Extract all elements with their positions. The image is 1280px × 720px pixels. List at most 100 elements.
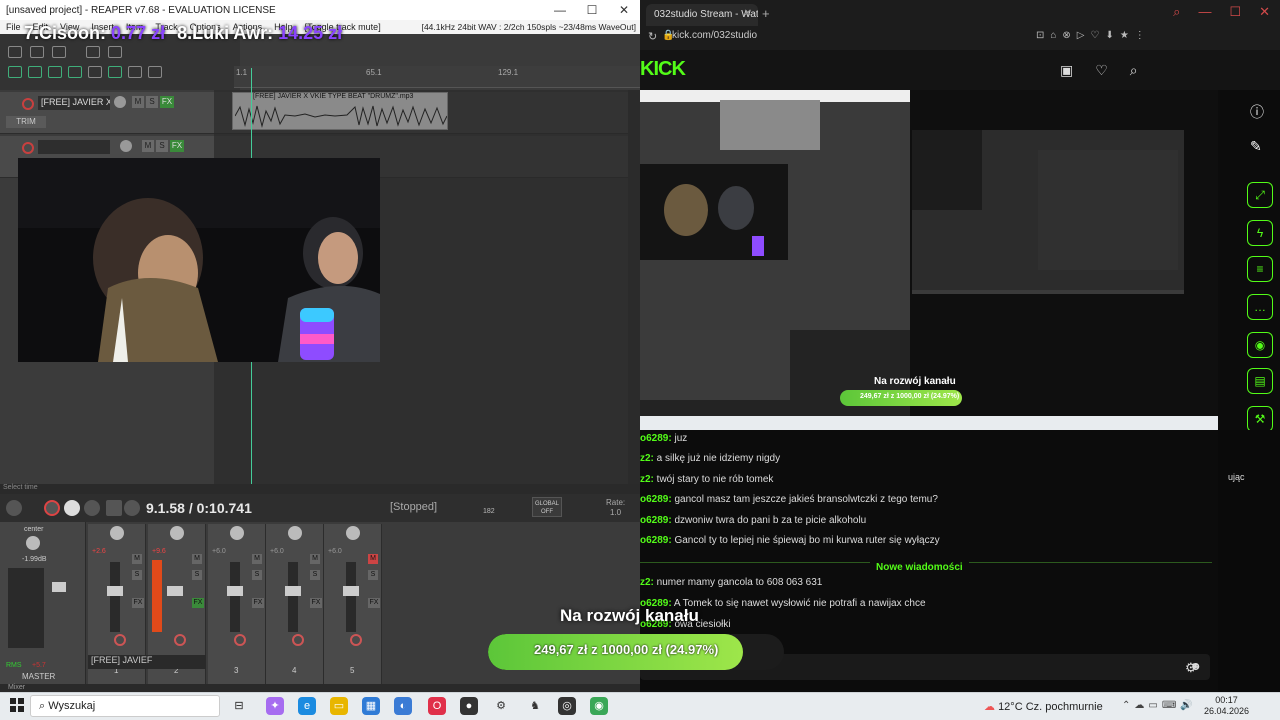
master-fader[interactable] xyxy=(52,582,66,592)
trim-button[interactable]: TRIM xyxy=(6,116,46,128)
mute-button[interactable]: M xyxy=(192,554,202,564)
tempo-display[interactable]: 182 xyxy=(483,508,495,515)
lightning-icon[interactable]: ϟ xyxy=(1247,220,1273,246)
timeline-ruler[interactable]: 1.1 65.1 129.1 xyxy=(234,66,640,88)
volume-knob[interactable] xyxy=(120,140,132,152)
redo-icon[interactable] xyxy=(108,46,122,58)
solo-button[interactable]: S xyxy=(310,570,320,580)
taskbar-search[interactable]: ⌕ Wyszukaj xyxy=(30,695,220,717)
fx-button[interactable]: FX xyxy=(368,598,380,608)
copilot-icon[interactable]: ✦ xyxy=(266,697,284,715)
chat-user[interactable]: z2: xyxy=(640,453,654,464)
chat-user[interactable]: o6289: xyxy=(640,433,672,444)
solo-button[interactable]: S xyxy=(146,96,158,108)
pan-knob[interactable] xyxy=(288,526,302,540)
solo-button[interactable]: S xyxy=(132,570,142,580)
chat-icon[interactable]: … xyxy=(1247,294,1273,320)
record-arm-button[interactable] xyxy=(174,634,186,646)
solo-button[interactable]: S xyxy=(192,570,202,580)
reload-icon[interactable]: ↻ xyxy=(648,30,657,43)
playrate-display[interactable]: Rate: 1.0 xyxy=(606,498,625,518)
record-arm-button[interactable] xyxy=(114,634,126,646)
track-name[interactable] xyxy=(38,140,110,154)
lock-icon[interactable] xyxy=(128,66,142,78)
volume-fader[interactable] xyxy=(167,586,183,596)
reaper-icon[interactable]: ◎ xyxy=(558,697,576,715)
record-button[interactable] xyxy=(44,500,60,516)
mute-button[interactable]: M xyxy=(132,554,142,564)
horizontal-scrollbar[interactable]: Select time xyxy=(0,484,640,494)
record-arm-button[interactable] xyxy=(350,634,362,646)
new-tab-icon[interactable]: + xyxy=(762,6,770,21)
ripple-icon[interactable] xyxy=(48,66,62,78)
taskbar-clock[interactable]: 00:17 26.04.2026 xyxy=(1204,695,1249,717)
fx-button[interactable]: FX xyxy=(252,598,264,608)
fx-button[interactable]: FX xyxy=(132,598,144,608)
grid-icon[interactable] xyxy=(8,66,22,78)
mute-button[interactable]: M xyxy=(368,554,378,564)
fullscreen-icon[interactable]: ⤢ xyxy=(1247,182,1273,208)
wrench-icon[interactable]: ⚒ xyxy=(1247,406,1273,432)
open-project-icon[interactable] xyxy=(30,46,44,58)
media-item[interactable]: [FREE] JAVIER X VKIE TYPE BEAT "DRUMZ".m… xyxy=(232,92,448,130)
app-icon[interactable]: ◐ xyxy=(394,697,412,715)
mute-button[interactable]: M xyxy=(310,554,320,564)
browser-tab[interactable]: 032studio Stream - Watch ✕ xyxy=(646,4,758,26)
record-arm-button[interactable] xyxy=(22,142,34,154)
maximize-button[interactable]: ☐ xyxy=(1229,4,1241,20)
record-arm-button[interactable] xyxy=(22,98,34,110)
pan-knob[interactable] xyxy=(230,526,244,540)
broadcast-icon[interactable]: ◉ xyxy=(1247,332,1273,358)
pan-knob[interactable] xyxy=(110,526,124,540)
search-tabs-icon[interactable]: ⌕ xyxy=(1173,4,1180,20)
global-automation-button[interactable]: GLOBAL OFF xyxy=(532,497,562,517)
play-button[interactable] xyxy=(64,500,80,516)
minimize-button[interactable]: — xyxy=(544,3,576,17)
chat-user[interactable]: o6289: xyxy=(640,515,672,526)
repeat-icon[interactable] xyxy=(84,500,100,516)
track-name[interactable]: [FREE] JAVIER X V xyxy=(38,96,110,110)
mute-button[interactable]: M xyxy=(252,554,262,564)
file-explorer-icon[interactable]: ▭ xyxy=(330,697,348,715)
save-project-icon[interactable] xyxy=(52,46,66,58)
edge-icon[interactable]: e xyxy=(298,697,316,715)
volume-fader[interactable] xyxy=(343,586,359,596)
undo-icon[interactable] xyxy=(86,46,100,58)
fx-button[interactable]: FX xyxy=(192,598,204,608)
edit-icon[interactable]: ✎ xyxy=(1250,138,1262,155)
pan-knob[interactable] xyxy=(26,536,40,550)
pan-knob[interactable] xyxy=(170,526,184,540)
layout-icon[interactable]: ▤ xyxy=(1247,368,1273,394)
mixer-tab[interactable]: Mixer xyxy=(0,684,640,692)
track-1[interactable]: [FREE] JAVIER X V M S FX TRIM xyxy=(0,92,214,134)
stop-button[interactable] xyxy=(106,500,122,516)
snap-icon[interactable] xyxy=(88,66,102,78)
obs-icon[interactable]: ● xyxy=(460,697,478,715)
volume-knob[interactable] xyxy=(114,96,126,108)
vertical-scrollbar[interactable] xyxy=(628,90,640,484)
menu-file[interactable]: File xyxy=(6,22,21,32)
time-display[interactable]: 9.1.58 / 0:10.741 xyxy=(146,500,252,516)
record-arm-button[interactable] xyxy=(292,634,304,646)
link-icon[interactable] xyxy=(28,66,42,78)
chat-user[interactable]: o6289: xyxy=(640,494,672,505)
task-view-icon[interactable]: ⊟ xyxy=(230,697,248,715)
solo-button[interactable]: S xyxy=(252,570,262,580)
fx-button[interactable]: FX xyxy=(170,140,184,152)
url-text[interactable]: kick.com/032studio xyxy=(672,30,757,41)
volume-fader[interactable] xyxy=(107,586,123,596)
record-arm-button[interactable] xyxy=(234,634,246,646)
new-project-icon[interactable] xyxy=(8,46,22,58)
strip-name[interactable]: [FREE] JAVIEF xyxy=(88,655,206,669)
chat-user[interactable]: z2: xyxy=(640,474,654,485)
kick-logo[interactable]: KICK xyxy=(640,58,686,81)
opera-icon[interactable]: O xyxy=(428,697,446,715)
chat-user[interactable]: z2: xyxy=(640,577,654,588)
windows-start-icon[interactable] xyxy=(10,698,24,712)
header-icons[interactable]: ▣♡⌕ xyxy=(1060,62,1160,79)
fx-button[interactable]: FX xyxy=(310,598,322,608)
chat-user[interactable]: o6289: xyxy=(640,535,672,546)
pan-knob[interactable] xyxy=(346,526,360,540)
loop-icon[interactable] xyxy=(108,66,122,78)
pause-button[interactable] xyxy=(124,500,140,516)
